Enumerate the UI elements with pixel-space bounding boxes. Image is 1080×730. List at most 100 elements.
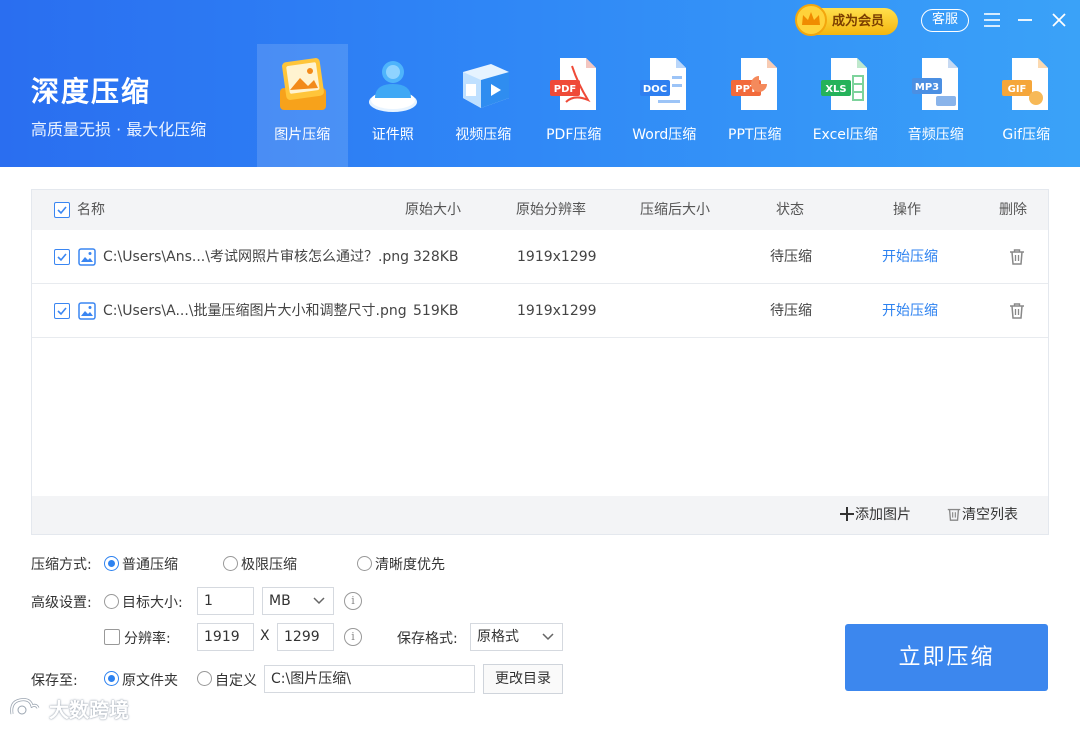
file-table: 名称 原始大小 原始分辨率 压缩后大小 状态 操作 删除 C:\Users\An…	[31, 189, 1049, 535]
compress-now-button[interactable]: 立即压缩	[845, 624, 1048, 691]
save-format-select[interactable]: 原格式	[470, 623, 563, 651]
svg-text:PDF: PDF	[554, 84, 576, 95]
info-icon[interactable]: i	[344, 628, 362, 646]
video-compress-icon	[463, 64, 510, 108]
tab-pdf-compress[interactable]: PDF PDF压缩	[529, 44, 620, 167]
tab-label: 证件照	[371, 127, 414, 143]
file-status: 待压缩	[770, 249, 812, 265]
image-file-icon	[78, 302, 96, 320]
target-size-radio[interactable]	[104, 594, 119, 609]
tab-label: 图片压缩	[274, 127, 331, 143]
check-icon	[57, 206, 67, 215]
save-format-label: 保存格式:	[397, 631, 458, 647]
doc-icon: DOC	[640, 58, 687, 110]
tab-audio-compress[interactable]: MP3 音频压缩	[891, 44, 982, 167]
menu-icon[interactable]	[981, 8, 1005, 32]
start-compress-link[interactable]: 开始压缩	[882, 230, 938, 284]
tab-word-compress[interactable]: DOC Word压缩	[619, 44, 710, 167]
select-all-checkbox[interactable]	[54, 202, 70, 218]
mp3-icon: MP3	[911, 58, 958, 110]
save-custom-radio[interactable]	[197, 671, 212, 686]
size-unit-value: MB	[269, 593, 291, 609]
table-row[interactable]: C:\Users\A...\批量压缩图片大小和调整尺寸.png 519KB 19…	[32, 284, 1048, 338]
target-size-input[interactable]: 1	[197, 587, 254, 615]
tab-label: 视频压缩	[455, 127, 512, 143]
file-name: C:\Users\Ans...\考试网照片审核怎么通过？.png	[103, 249, 410, 265]
watermark-text: 大数跨境	[48, 698, 129, 722]
file-size: 328KB	[413, 249, 459, 265]
app-header: 深度压缩 高质量无损 · 最大化压缩 图片压缩 证件照 视频压缩 PDF PDF…	[0, 0, 1080, 167]
watermark: 大数跨境	[8, 694, 129, 726]
svg-text:MP3: MP3	[915, 82, 939, 93]
save-format-value: 原格式	[477, 629, 519, 645]
table-row[interactable]: C:\Users\Ans...\考试网照片审核怎么通过？.png 328KB 1…	[32, 230, 1048, 284]
tab-label: 音频压缩	[907, 127, 964, 143]
svg-text:DOC: DOC	[643, 84, 667, 95]
file-resolution: 1919x1299	[517, 249, 597, 265]
header-action: 操作	[893, 202, 921, 218]
start-compress-link[interactable]: 开始压缩	[882, 284, 938, 338]
file-resolution: 1919x1299	[517, 303, 597, 319]
size-unit-select[interactable]: MB	[262, 587, 334, 615]
trash-icon[interactable]	[1008, 302, 1026, 320]
tab-ppt-compress[interactable]: PPT PPT压缩	[710, 44, 801, 167]
header-status: 状态	[776, 202, 804, 218]
table-header: 名称 原始大小 原始分辨率 压缩后大小 状态 操作 删除	[32, 190, 1048, 230]
tab-image-compress[interactable]: 图片压缩	[257, 44, 348, 167]
file-name: C:\Users\A...\批量压缩图片大小和调整尺寸.png	[103, 303, 407, 319]
mode-normal-radio[interactable]	[104, 556, 119, 571]
image-compress-icon	[280, 58, 327, 110]
height-input[interactable]: 1299	[277, 623, 334, 651]
tab-label: Excel压缩	[812, 127, 878, 143]
crown-icon	[795, 4, 827, 36]
id-photo-icon	[368, 61, 417, 112]
tab-gif-compress[interactable]: GIF Gif压缩	[981, 44, 1072, 167]
chevron-down-icon	[313, 597, 325, 605]
chevron-down-icon	[542, 633, 554, 641]
save-custom-label[interactable]: 自定义	[215, 670, 257, 690]
close-icon[interactable]	[1047, 8, 1071, 32]
add-image-button[interactable]: 添加图片	[839, 496, 911, 534]
clear-list-button[interactable]: 清空列表	[946, 496, 1018, 534]
plus-icon	[840, 507, 854, 521]
mode-clarity-label[interactable]: 清晰度优先	[375, 554, 445, 574]
width-input[interactable]: 1919	[197, 623, 254, 651]
table-footer: 添加图片 清空列表	[32, 496, 1048, 534]
pdf-icon: PDF	[549, 58, 596, 110]
row-checkbox[interactable]	[54, 303, 70, 319]
check-icon	[57, 307, 67, 316]
tab-excel-compress[interactable]: XLS Excel压缩	[800, 44, 891, 167]
mode-extreme-label[interactable]: 极限压缩	[241, 554, 297, 574]
tab-id-photo[interactable]: 证件照	[348, 44, 439, 167]
file-size: 519KB	[413, 303, 459, 319]
vip-button[interactable]: 成为会员	[795, 4, 898, 36]
resolution-label: 分辨率:	[124, 631, 171, 647]
compress-mode-label: 压缩方式:	[31, 557, 92, 573]
customer-service-button[interactable]: 客服	[921, 9, 969, 32]
svg-text:GIF: GIF	[1008, 84, 1027, 95]
mode-clarity-radio[interactable]	[357, 556, 372, 571]
tab-video-compress[interactable]: 视频压缩	[438, 44, 529, 167]
xls-icon: XLS	[821, 58, 868, 110]
watermark-logo-icon	[10, 698, 40, 715]
save-original-radio[interactable]	[104, 671, 119, 686]
info-icon[interactable]: i	[344, 592, 362, 610]
mode-normal-label[interactable]: 普通压缩	[122, 554, 178, 574]
resolution-checkbox[interactable]	[104, 629, 120, 645]
mode-extreme-radio[interactable]	[223, 556, 238, 571]
save-path-input[interactable]: C:\图片压缩\	[264, 665, 475, 693]
tab-label: Word压缩	[632, 127, 697, 143]
ppt-icon: PPT	[730, 58, 777, 110]
gif-icon: GIF	[1002, 58, 1049, 110]
save-original-label[interactable]: 原文件夹	[122, 670, 178, 690]
resolution-separator: X	[260, 628, 270, 644]
app-subtitle: 高质量无损 · 最大化压缩	[31, 120, 207, 139]
minimize-icon[interactable]	[1013, 8, 1037, 32]
row-checkbox[interactable]	[54, 249, 70, 265]
svg-text:XLS: XLS	[826, 84, 847, 95]
app-title: 深度压缩	[31, 75, 152, 108]
image-file-icon	[78, 248, 96, 266]
trash-icon[interactable]	[1008, 248, 1026, 266]
target-size-label[interactable]: 目标大小:	[122, 592, 183, 612]
change-directory-button[interactable]: 更改目录	[483, 664, 563, 694]
